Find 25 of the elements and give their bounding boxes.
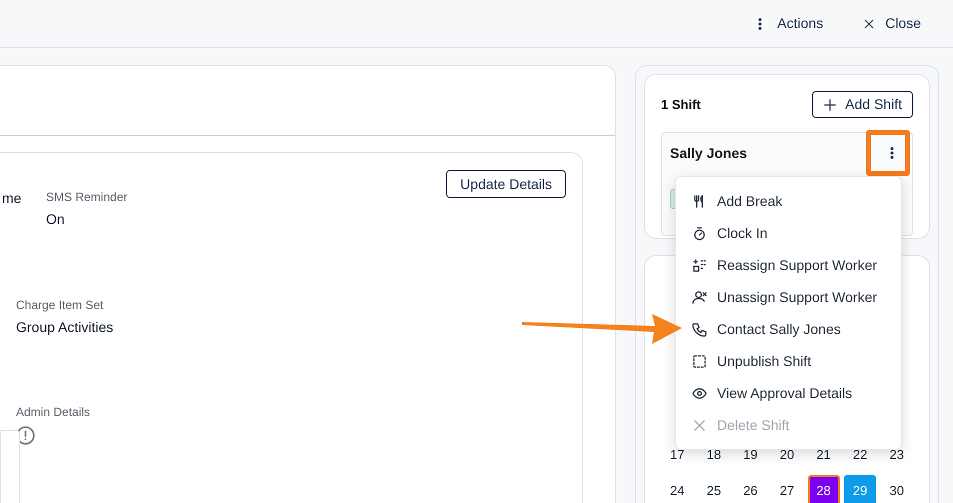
menu-item[interactable]: Contact Sally Jones (676, 313, 901, 345)
calendar-day[interactable]: 28 (808, 475, 840, 503)
calendar-day[interactable]: 24 (661, 475, 694, 503)
calendar-day[interactable]: 30 (880, 475, 913, 503)
calendar-day[interactable]: 26 (734, 475, 766, 503)
close-button[interactable]: Close (863, 13, 921, 34)
worker-name: Sally Jones (670, 144, 748, 163)
menu-item[interactable]: Add Break (676, 185, 901, 217)
menu-item[interactable]: View Approval Details (676, 377, 901, 409)
menu-item[interactable]: Clock In (676, 217, 901, 249)
calendar-day[interactable]: 25 (698, 475, 730, 503)
field-label: Admin Details (16, 404, 90, 422)
menu-item[interactable]: Unpublish Shift (676, 345, 901, 377)
field-label: Charge Item Set (16, 297, 104, 314)
actions-button[interactable]: Actions (753, 13, 824, 34)
field-value: Group Activities (16, 318, 114, 338)
calendar-day[interactable]: 27 (770, 475, 803, 503)
field-value: On (46, 210, 66, 230)
field-label: SMS Reminder (46, 189, 128, 206)
shift-count: 1 Shift (661, 96, 701, 114)
field-value: me (2, 189, 22, 208)
menu-item[interactable]: Unassign Support Worker (676, 281, 901, 313)
menu-item[interactable]: Reassign Support Worker (676, 249, 901, 281)
update-details-button[interactable]: Update Details (446, 170, 566, 198)
add-shift-button[interactable]: Add Shift (812, 91, 913, 118)
